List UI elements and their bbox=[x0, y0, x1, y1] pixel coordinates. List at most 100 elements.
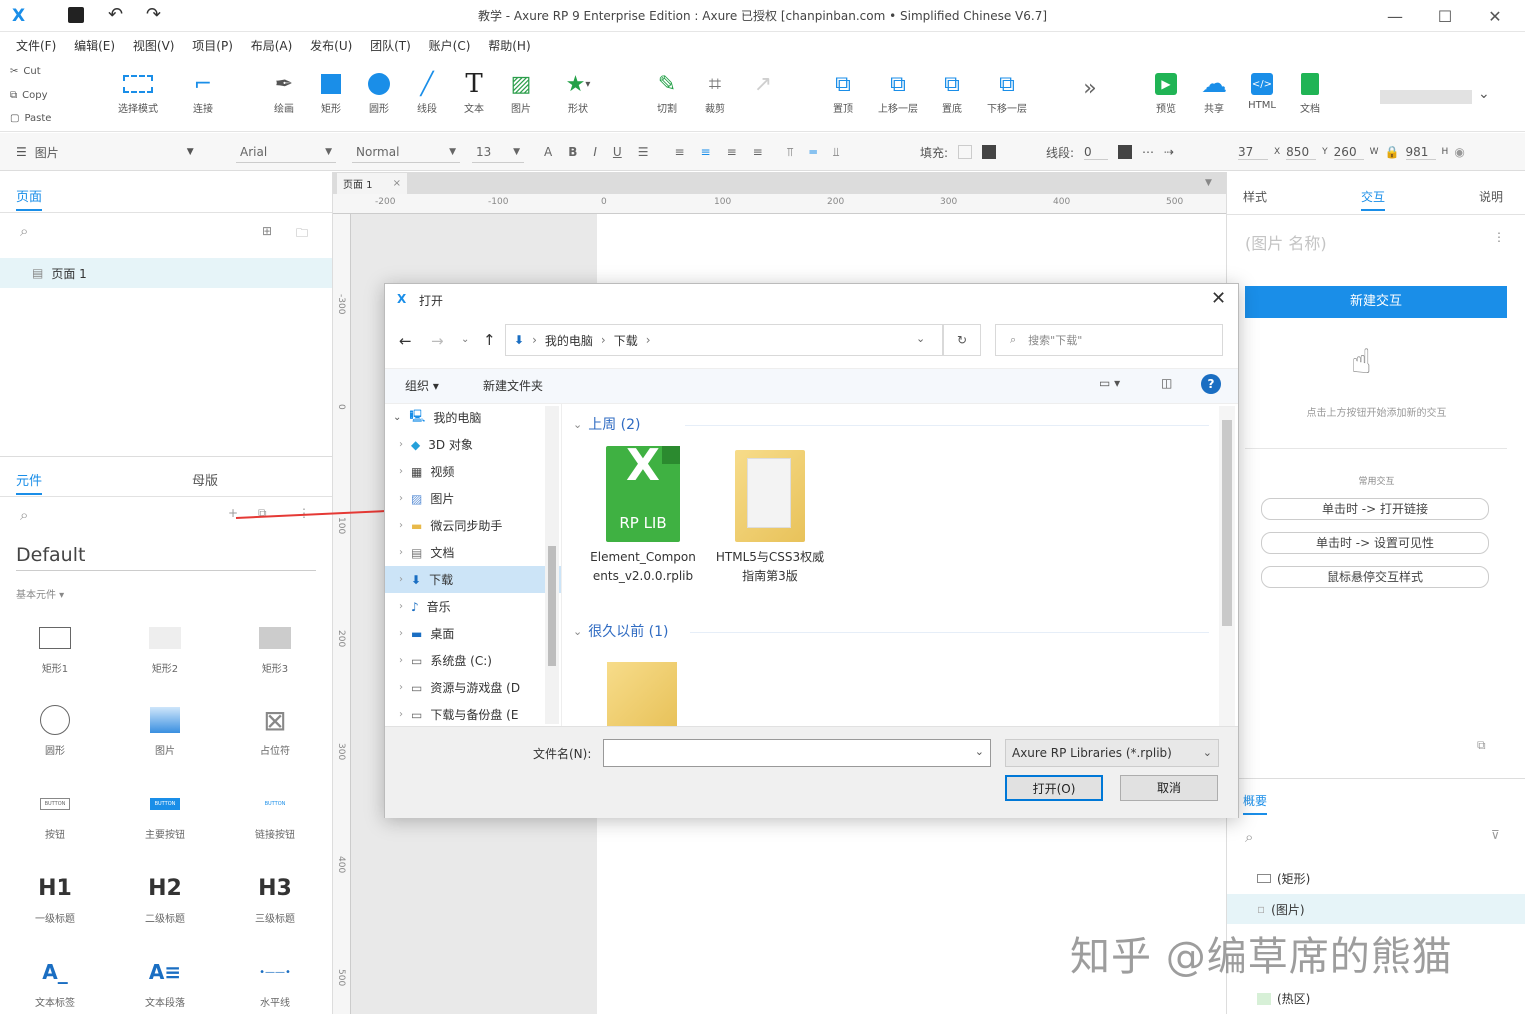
close-button[interactable]: ✕ bbox=[1472, 0, 1518, 32]
group-last-week[interactable]: ⌄ 上周 (2) bbox=[573, 414, 641, 434]
outline-item-rect[interactable]: (矩形) bbox=[1257, 870, 1310, 887]
fill-color-swatch[interactable] bbox=[958, 145, 973, 159]
x-input[interactable]: 37 bbox=[1238, 145, 1268, 160]
account-avatar[interactable] bbox=[1380, 90, 1472, 104]
widget-name-input[interactable]: (图片 名称) bbox=[1245, 230, 1327, 254]
stroke-arrow-icon[interactable]: ⇢ bbox=[1164, 145, 1174, 159]
chevron-down-icon[interactable]: ⌄ bbox=[975, 745, 984, 758]
new-interaction-button[interactable]: 新建交互 bbox=[1245, 286, 1507, 318]
forward-icon[interactable]: → bbox=[431, 332, 444, 350]
add-folder-icon[interactable]: 🗀 bbox=[296, 224, 308, 245]
tool-image[interactable]: ▨ 图片 bbox=[493, 68, 549, 116]
italic-icon[interactable]: I bbox=[593, 145, 597, 159]
tree-item-drive-e[interactable]: › ▭ 下载与备份盘 (E bbox=[385, 701, 561, 726]
tab-pages[interactable]: 页面 bbox=[16, 186, 43, 211]
folder-icon[interactable] bbox=[607, 662, 677, 726]
menu-project[interactable]: 项目(P) bbox=[192, 32, 233, 60]
tree-item-documents[interactable]: › ▤ 文档 bbox=[385, 539, 561, 566]
tree-scrollbar[interactable] bbox=[545, 406, 559, 724]
more-tools-icon[interactable]: » bbox=[1062, 76, 1118, 101]
page-item[interactable]: ▤ 页面 1 bbox=[0, 258, 332, 288]
tool-send-back[interactable]: ⧉ 置底 bbox=[924, 68, 980, 116]
visibility-icon[interactable]: ◉ bbox=[1454, 145, 1464, 159]
valign-bottom-icon[interactable]: ⫫ bbox=[833, 145, 840, 160]
tree-item-3d-objects[interactable]: › ◆ 3D 对象 bbox=[385, 431, 561, 458]
breadcrumb-item[interactable]: 我的电脑 bbox=[545, 332, 593, 349]
tree-item-this-pc[interactable]: ⌄ 🖳 我的电脑 bbox=[385, 404, 561, 431]
widget-paragraph[interactable]: A≡ 文本段落 bbox=[110, 950, 220, 1009]
search-icon[interactable]: ⌕ bbox=[1245, 828, 1253, 846]
tool-select-mode[interactable]: 选择模式 bbox=[108, 68, 168, 115]
refresh-icon[interactable]: ↻ bbox=[943, 324, 981, 356]
tab-style[interactable]: 样式 bbox=[1243, 188, 1267, 205]
search-icon[interactable]: ⌕ bbox=[20, 506, 28, 524]
search-box[interactable]: ⌕ 搜索"下载" bbox=[995, 324, 1223, 356]
tree-item-pictures[interactable]: › ▨ 图片 bbox=[385, 485, 561, 512]
tree-item-drive-d[interactable]: › ▭ 资源与游戏盘 (D bbox=[385, 674, 561, 701]
undo-icon[interactable]: ↶ bbox=[108, 4, 123, 25]
tool-bring-front[interactable]: ⧉ 置顶 bbox=[815, 68, 871, 116]
open-button[interactable]: 打开(O) bbox=[1005, 775, 1103, 801]
tree-item-desktop[interactable]: › ▬ 桌面 bbox=[385, 620, 561, 647]
more-options-icon[interactable]: ⋮ bbox=[1493, 230, 1505, 244]
page-tab[interactable]: 页面 1 × bbox=[337, 173, 407, 194]
common-interaction-hover-style[interactable]: 鼠标悬停交互样式 bbox=[1261, 566, 1489, 588]
tool-shape[interactable]: ★ ▾ 形状 bbox=[550, 68, 606, 116]
list-icon[interactable]: ☰ bbox=[638, 145, 649, 159]
lock-icon[interactable]: 🔒 bbox=[1385, 145, 1400, 159]
font-size-select[interactable]: 13 ▼ bbox=[472, 141, 524, 163]
menu-publish[interactable]: 发布(U) bbox=[310, 32, 352, 60]
library-select[interactable]: Default bbox=[16, 544, 316, 571]
popout-icon[interactable]: ⧉ bbox=[1477, 738, 1486, 753]
widget-link-button[interactable]: BUTTON 链接按钮 bbox=[220, 782, 330, 841]
file-html5-css3-folder[interactable]: HTML5与CSS3权威指南第3版 bbox=[715, 446, 825, 586]
file-scrollbar[interactable] bbox=[1219, 406, 1235, 726]
justify-icon[interactable]: ≡ bbox=[753, 145, 763, 159]
align-right-icon[interactable]: ≡ bbox=[727, 145, 737, 159]
cut-button[interactable]: ✂ Cut bbox=[10, 66, 41, 77]
tree-item-videos[interactable]: › ▦ 视频 bbox=[385, 458, 561, 485]
minimize-button[interactable]: — bbox=[1372, 0, 1418, 32]
menu-file[interactable]: 文件(F) bbox=[16, 32, 56, 60]
widget-rect1[interactable]: 矩形1 bbox=[0, 616, 110, 675]
stroke-width-input[interactable]: 0 bbox=[1084, 145, 1109, 160]
widget-placeholder[interactable]: ⊠ 占位符 bbox=[220, 698, 330, 758]
menu-team[interactable]: 团队(T) bbox=[370, 32, 411, 60]
widget-button[interactable]: BUTTON 按钮 bbox=[0, 782, 110, 841]
file-type-select[interactable]: Axure RP Libraries (*.rplib) ⌄ bbox=[1005, 739, 1219, 767]
menu-account[interactable]: 账户(C) bbox=[429, 32, 471, 60]
search-icon[interactable]: ⌕ bbox=[20, 222, 28, 240]
tab-masters[interactable]: 母版 bbox=[192, 470, 218, 489]
tool-document[interactable]: 文档 bbox=[1282, 68, 1338, 115]
font-weight-select[interactable]: Normal ▼ bbox=[352, 141, 460, 163]
widget-hline[interactable]: •——• 水平线 bbox=[220, 950, 330, 1010]
recent-locations-icon[interactable]: ⌄ bbox=[461, 334, 469, 345]
widget-h1[interactable]: H1 一级标题 bbox=[0, 866, 110, 926]
widget-rect2[interactable]: 矩形2 bbox=[110, 616, 220, 675]
tool-bring-forward[interactable]: ⧉ 上移一层 bbox=[870, 68, 926, 116]
breadcrumb-item[interactable]: 下载 bbox=[614, 332, 638, 349]
save-icon[interactable] bbox=[68, 7, 84, 23]
address-bar[interactable]: ⬇ › 我的电脑 › 下载 › ⌄ bbox=[505, 324, 943, 356]
menu-edit[interactable]: 编辑(E) bbox=[74, 32, 115, 60]
outline-item-hotspot[interactable]: (热区) bbox=[1257, 990, 1310, 1007]
tab-notes[interactable]: 说明 bbox=[1479, 188, 1503, 205]
widget-image[interactable]: 图片 bbox=[110, 698, 220, 757]
back-icon[interactable]: ← bbox=[399, 332, 412, 350]
outline-item-image[interactable]: ▫ (图片) bbox=[1227, 894, 1525, 924]
close-icon[interactable]: × bbox=[393, 178, 401, 189]
stroke-style-icon[interactable]: ⋯ bbox=[1142, 145, 1154, 159]
tree-item-weiyun[interactable]: › ▬ 微云同步助手 bbox=[385, 512, 561, 539]
fill-image-icon[interactable] bbox=[982, 145, 997, 159]
filter-icon[interactable]: ⊽ bbox=[1491, 828, 1500, 842]
font-family-select[interactable]: Arial ▼ bbox=[236, 141, 336, 163]
menu-layout[interactable]: 布局(A) bbox=[251, 32, 293, 60]
new-folder-button[interactable]: 新建文件夹 bbox=[483, 377, 543, 394]
widget-primary-button[interactable]: BUTTON 主要按钮 bbox=[110, 782, 220, 841]
paste-button[interactable]: ▢ Paste bbox=[10, 113, 51, 124]
chevron-down-icon[interactable]: ⌄ bbox=[916, 332, 925, 345]
menu-help[interactable]: 帮助(H) bbox=[488, 32, 530, 60]
common-interaction-open-link[interactable]: 单击时 -> 打开链接 bbox=[1261, 498, 1489, 520]
tree-item-music[interactable]: › ♪ 音乐 bbox=[385, 593, 561, 620]
w-input[interactable]: 260 bbox=[1333, 145, 1364, 160]
